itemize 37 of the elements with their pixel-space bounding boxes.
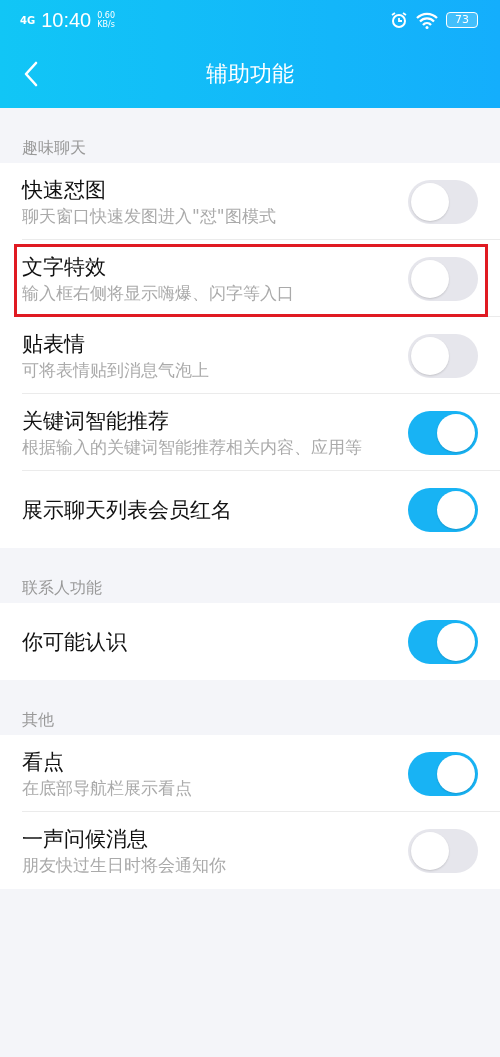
- setting-title: 展示聊天列表会员红名: [22, 496, 233, 524]
- setting-title: 快速怼图: [22, 177, 107, 204]
- setting-title: 看点: [22, 749, 65, 776]
- toggle-switch[interactable]: [408, 487, 478, 532]
- toggle-switch[interactable]: [408, 256, 478, 301]
- back-icon[interactable]: [24, 61, 38, 87]
- alarm-clock-icon: [390, 11, 408, 29]
- toggle-switch[interactable]: [408, 751, 478, 796]
- toggle-switch[interactable]: [408, 410, 478, 455]
- setting-description: 朋友快过生日时将会通知你: [22, 854, 227, 877]
- section-title: 趣味聊天: [21, 137, 87, 159]
- battery-level: 73: [446, 12, 478, 28]
- wifi-icon: [416, 11, 438, 29]
- toggle-switch[interactable]: [408, 619, 478, 664]
- setting-title: 你可能认识: [22, 628, 128, 656]
- settings-row[interactable]: 展示聊天列表会员红名: [0, 471, 500, 548]
- network-speed: 0.60: [97, 11, 116, 20]
- settings-row[interactable]: 你可能认识: [0, 603, 500, 680]
- speed-unit: KB/s: [97, 20, 116, 29]
- section-title: 联系人功能: [21, 577, 103, 599]
- setting-description: 根据输入的关键词智能推荐相关内容、应用等: [22, 436, 363, 459]
- setting-description: 聊天窗口快速发图进入"怼"图模式: [22, 205, 277, 228]
- setting-title: 贴表情: [22, 331, 86, 358]
- toggle-switch[interactable]: [408, 333, 478, 378]
- page-title: 辅助功能: [206, 60, 294, 88]
- setting-description: 在底部导航栏展示看点: [22, 777, 193, 800]
- setting-title: 关键词智能推荐: [22, 408, 170, 435]
- status-time: 10:40: [41, 8, 92, 32]
- settings-row[interactable]: 一声问候消息 朋友快过生日时将会通知你: [0, 812, 500, 889]
- toggle-switch[interactable]: [408, 179, 478, 224]
- section-title: 其他: [21, 709, 55, 731]
- toggle-switch[interactable]: [408, 828, 478, 873]
- setting-description: 可将表情贴到消息气泡上: [22, 359, 210, 382]
- setting-description: 输入框右侧将显示嗨爆、闪字等入口: [22, 282, 295, 305]
- network-indicator: 4G: [20, 14, 36, 26]
- setting-title: 文字特效: [22, 254, 107, 281]
- setting-title: 一声问候消息: [22, 826, 149, 853]
